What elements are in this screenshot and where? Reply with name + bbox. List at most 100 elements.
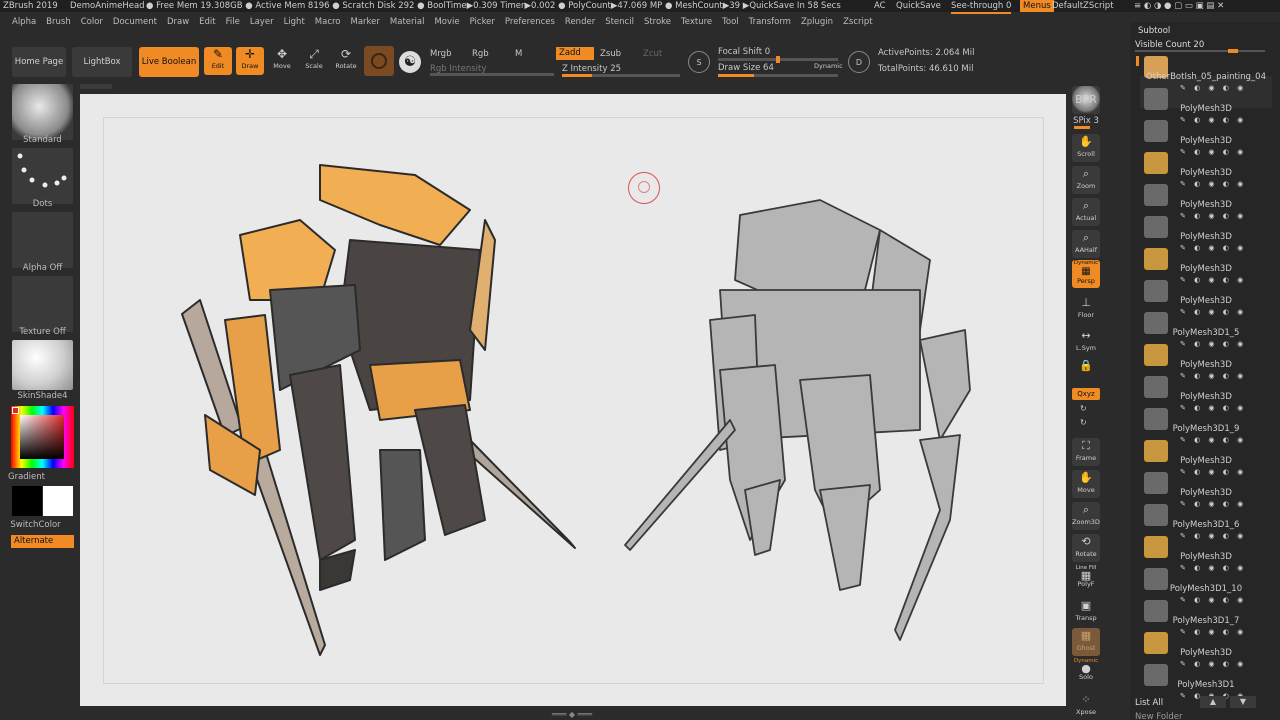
move-mode-button[interactable]: ✥ Move [268, 47, 296, 75]
alpha-thumb[interactable] [12, 212, 73, 268]
canvas-scroll-handle[interactable] [80, 84, 112, 89]
menu-stencil[interactable]: Stencil [605, 17, 634, 27]
rotate-z-icon[interactable]: ↻ [1080, 418, 1087, 427]
subtool-visibility-icons[interactable]: ✎ ◐ ◉ ◐ ◉ [1180, 180, 1272, 188]
secondary-color-swatch[interactable] [43, 486, 73, 516]
menu-texture[interactable]: Texture [681, 17, 712, 27]
move-up-button[interactable]: ▲ [1200, 696, 1226, 708]
frame-button[interactable]: ⛶ Frame [1072, 438, 1100, 466]
zoom3d-button[interactable]: ⌕ Zoom3D [1072, 502, 1100, 530]
live-boolean-button[interactable]: Live Boolean [139, 47, 199, 77]
material-thumb[interactable] [12, 340, 73, 390]
subtool-visibility-icons[interactable]: ✎ ◐ ◉ ◐ ◉ [1180, 148, 1272, 156]
color-picker[interactable] [11, 406, 74, 468]
zadd-button[interactable]: Zadd [556, 47, 594, 60]
xpose-button[interactable]: ⁘ Xpose [1072, 692, 1100, 720]
solo-button[interactable]: Dynamic ● Solo [1072, 658, 1100, 686]
stroke-dots-thumb[interactable] [12, 148, 73, 204]
subtool-visibility-icons[interactable]: ✎ ◐ ◉ ◐ ◉ [1180, 660, 1272, 668]
default-zscript[interactable]: DefaultZScript [1052, 0, 1114, 12]
subtool-scroll-indicator[interactable] [1136, 56, 1139, 66]
subtool-visibility-icons[interactable]: ✎ ◐ ◉ ◐ ◉ [1180, 244, 1272, 252]
edit-mode-button[interactable]: ✎ Edit [204, 47, 232, 75]
draw-options-icon[interactable]: D [848, 51, 870, 73]
zsub-button[interactable]: Zsub [600, 49, 621, 59]
menu-marker[interactable]: Marker [351, 17, 380, 27]
menu-brush[interactable]: Brush [46, 17, 71, 27]
menu-draw[interactable]: Draw [167, 17, 189, 27]
subtool-visibility-icons[interactable]: ✎ ◐ ◉ ◐ ◉ [1180, 276, 1272, 284]
subtool-visibility-icons[interactable]: ✎ ◐ ◉ ◐ ◉ [1180, 692, 1272, 700]
bpr-button[interactable]: BPR [1072, 86, 1100, 114]
move-down-button[interactable]: ▼ [1230, 696, 1256, 708]
texture-thumb[interactable] [12, 276, 73, 332]
rotate-mode-button[interactable]: ⟳ Rotate [332, 47, 360, 75]
menu-color[interactable]: Color [81, 17, 103, 27]
menu-layer[interactable]: Layer [250, 17, 274, 27]
menu-stroke[interactable]: Stroke [644, 17, 671, 27]
main-color-swatch[interactable] [12, 486, 42, 516]
menu-movie[interactable]: Movie [434, 17, 459, 27]
window-controls[interactable]: ≡ ◐ ◑ ● ▢ ▭ ▣ ▤ ✕ [1134, 0, 1224, 12]
new-folder-button[interactable]: New Folder [1135, 712, 1183, 720]
menu-light[interactable]: Light [284, 17, 305, 27]
perspective-button[interactable]: Dynamic ▦ Persp [1072, 260, 1100, 288]
subtool-visibility-icons[interactable]: ✎ ◐ ◉ ◐ ◉ [1180, 468, 1272, 476]
actual-button[interactable]: ⌕ Actual [1072, 198, 1100, 226]
menu-alpha[interactable]: Alpha [12, 17, 36, 27]
local-symmetry-button[interactable]: ↔ L.Sym [1072, 328, 1100, 356]
focal-shift-handle[interactable] [776, 56, 780, 63]
subtool-visibility-icons[interactable]: ✎ ◐ ◉ ◐ ◉ [1180, 372, 1272, 380]
stroke-icon[interactable]: S [688, 51, 710, 73]
zcut-button[interactable]: Zcut [643, 49, 662, 59]
rgb-button[interactable]: Rgb [472, 49, 489, 59]
quicksave-button[interactable]: QuickSave [896, 0, 941, 12]
subtool-visibility-icons[interactable]: ✎ ◐ ◉ ◐ ◉ [1180, 404, 1272, 412]
lock-button[interactable]: 🔒 [1072, 358, 1100, 386]
subtool-visibility-icons[interactable]: ✎ ◐ ◉ ◐ ◉ [1180, 84, 1272, 92]
subtool-title[interactable]: Subtool [1138, 26, 1170, 36]
spix-slider[interactable]: SPix 3 [1072, 116, 1100, 126]
aahalf-button[interactable]: ⌕ AAHalf [1072, 230, 1100, 258]
ghost-button[interactable]: ▦ Ghost [1072, 628, 1100, 656]
zoom-button[interactable]: ⌕ Zoom [1072, 166, 1100, 194]
menu-material[interactable]: Material [390, 17, 425, 27]
yin-yang-icon[interactable]: ☯ [399, 51, 421, 73]
scale-mode-button[interactable]: ⤢ Scale [300, 47, 328, 75]
transparent-button[interactable]: ▣ Transp [1072, 598, 1100, 626]
painted-robot-model[interactable] [170, 150, 590, 670]
move-view-button[interactable]: ✋ Move [1072, 470, 1100, 498]
menu-macro[interactable]: Macro [315, 17, 341, 27]
mrgb-button[interactable]: Mrgb [430, 49, 451, 59]
lightbox-button[interactable]: LightBox [72, 47, 132, 77]
dynamic-toggle[interactable]: Dynamic [814, 62, 843, 70]
xyz-button[interactable]: Qxyz [1072, 388, 1100, 400]
bottom-shelf-toggle[interactable]: ═══ ◆ ═══ [530, 710, 614, 720]
rotate-view-button[interactable]: ⟲ Rotate [1072, 534, 1100, 562]
subtool-visibility-icons[interactable]: ✎ ◐ ◉ ◐ ◉ [1180, 116, 1272, 124]
subtool-visibility-icons[interactable]: ✎ ◐ ◉ ◐ ◉ [1180, 436, 1272, 444]
color-saturation-square[interactable] [20, 415, 64, 459]
rotate-y-icon[interactable]: ↻ [1080, 404, 1087, 413]
subtool-visibility-icons[interactable]: ✎ ◐ ◉ ◐ ◉ [1180, 308, 1272, 316]
draw-mode-button[interactable]: ✛ Draw [236, 47, 264, 75]
material-swatch[interactable] [364, 46, 394, 76]
menu-render[interactable]: Render [565, 17, 595, 27]
scroll-button[interactable]: ✋ Scroll [1072, 134, 1100, 162]
menus-toggle[interactable]: Menus [1020, 0, 1054, 12]
subtool-visibility-icons[interactable]: ✎ ◐ ◉ ◐ ◉ [1180, 212, 1272, 220]
menu-preferences[interactable]: Preferences [505, 17, 555, 27]
menu-transform[interactable]: Transform [749, 17, 791, 27]
subtool-visibility-icons[interactable]: ✎ ◐ ◉ ◐ ◉ [1180, 628, 1272, 636]
see-through-slider[interactable]: See-through 0 [951, 0, 1012, 14]
subtool-visibility-icons[interactable]: ✎ ◐ ◉ ◐ ◉ [1180, 500, 1272, 508]
menu-tool[interactable]: Tool [722, 17, 739, 27]
visible-count-slider[interactable] [1135, 50, 1265, 52]
menu-zplugin[interactable]: Zplugin [801, 17, 833, 27]
menu-zscript[interactable]: Zscript [843, 17, 873, 27]
floor-button[interactable]: ⊥ Floor [1072, 295, 1100, 323]
menu-picker[interactable]: Picker [470, 17, 495, 27]
alternate-button[interactable]: Alternate [11, 535, 74, 548]
menu-document[interactable]: Document [113, 17, 157, 27]
subtool-visibility-icons[interactable]: ✎ ◐ ◉ ◐ ◉ [1180, 340, 1272, 348]
